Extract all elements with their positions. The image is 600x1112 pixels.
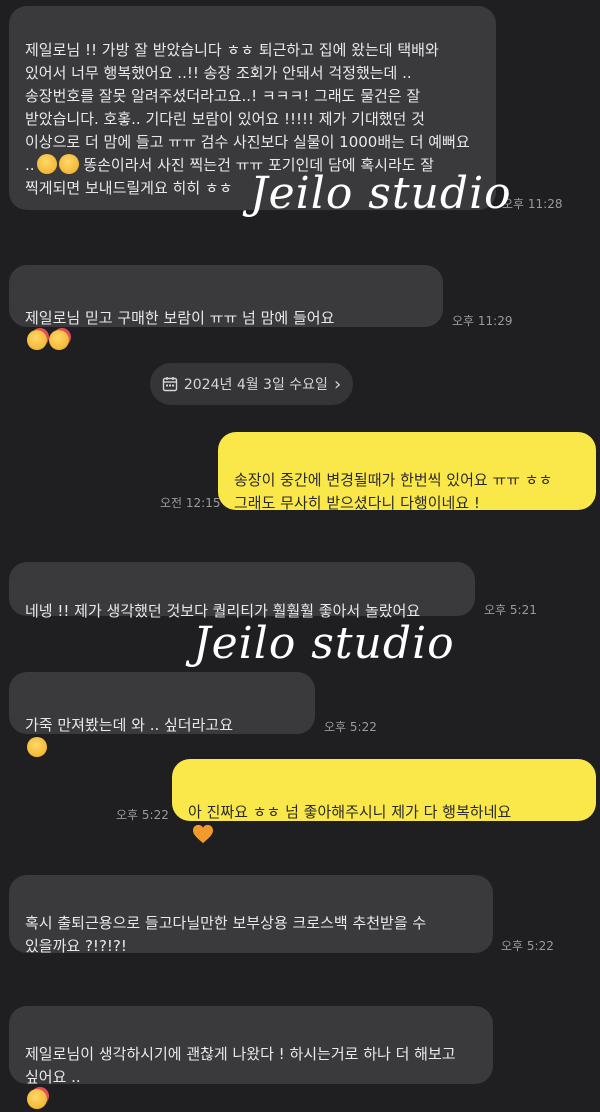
outgoing-message[interactable]: 아 진짜요 ㅎㅎ 넘 좋아해주시니 제가 다 행복하네요 [172, 759, 596, 844]
pleading-face-emoji [58, 154, 79, 174]
incoming-message[interactable]: 제일로님 믿고 구매한 보람이 ㅠㅠ 넘 맘에 들어요 [9, 265, 443, 350]
message-text: 가죽 만져봤는데 와 .. 싶더라고요 [25, 716, 234, 734]
incoming-message[interactable]: 혹시 출퇴근용으로 들고다닐만한 보부상용 크로스백 추천받을 수 있을까요 ?… [9, 875, 493, 955]
smiling-face-with-hearts-emoji [27, 330, 47, 350]
date-divider[interactable]: 2024년 4월 3일 수요일 › [150, 363, 353, 405]
message-text: 아 진짜요 ㅎㅎ 넘 좋아해주시니 제가 다 행복하네요 [188, 803, 512, 821]
message-time: 오전 12:15 [160, 496, 221, 510]
message-text: 혹시 출퇴근용으로 들고다닐만한 보부상용 크로스백 추천받을 수 있을까요 ?… [25, 914, 427, 955]
message-time: 오후 5:21 [484, 603, 537, 617]
calendar-icon [162, 377, 178, 392]
orange-heart-emoji [193, 824, 213, 844]
message-text: 제일로님 !! 가방 잘 받았습니다 ㅎㅎ 퇴근하고 집에 왔는데 택배와 있어… [25, 41, 470, 174]
watermark: Jeilo studio [250, 168, 512, 219]
message-time: 오후 5:22 [324, 720, 377, 734]
smiling-face-with-hearts-emoji [49, 330, 69, 350]
date-label: 2024년 4월 3일 수요일 [183, 377, 328, 393]
smiling-face-with-hearts-emoji [27, 1089, 47, 1109]
message-text: 제일로님이 생각하시기에 괜찮게 나왔다 ! 하시는거로 하나 더 해보고 싶어… [25, 1045, 456, 1086]
message-text: 송장이 중간에 변경될때가 한번씩 있어요 ㅠㅠ ㅎㅎ 그래도 무사히 받으셨다… [234, 471, 553, 512]
chevron-right-icon: › [333, 373, 342, 395]
message-time: 오후 5:22 [501, 939, 554, 953]
message-text: 제일로님 믿고 구매한 보람이 ㅠㅠ 넘 맘에 들어요 [25, 309, 335, 327]
message-time: 오후 5:22 [116, 808, 169, 822]
incoming-message[interactable]: 제일로님이 생각하시기에 괜찮게 나왔다 ! 하시는거로 하나 더 해보고 싶어… [9, 1006, 493, 1109]
outgoing-message[interactable]: 송장이 중간에 변경될때가 한번씩 있어요 ㅠㅠ ㅎㅎ 그래도 무사히 받으셨다… [218, 432, 596, 512]
incoming-message[interactable]: 가죽 만져봤는데 와 .. 싶더라고요 [9, 672, 315, 757]
message-time: 오후 11:29 [452, 314, 513, 328]
pleading-face-emoji [36, 154, 57, 174]
incoming-message[interactable]: 네넹 !! 제가 생각했던 것보다 퀄리티가 훨훨훨 좋아서 놀랐어요 [9, 562, 475, 620]
pleading-face-emoji [27, 737, 47, 757]
watermark: Jeilo studio [193, 618, 455, 669]
